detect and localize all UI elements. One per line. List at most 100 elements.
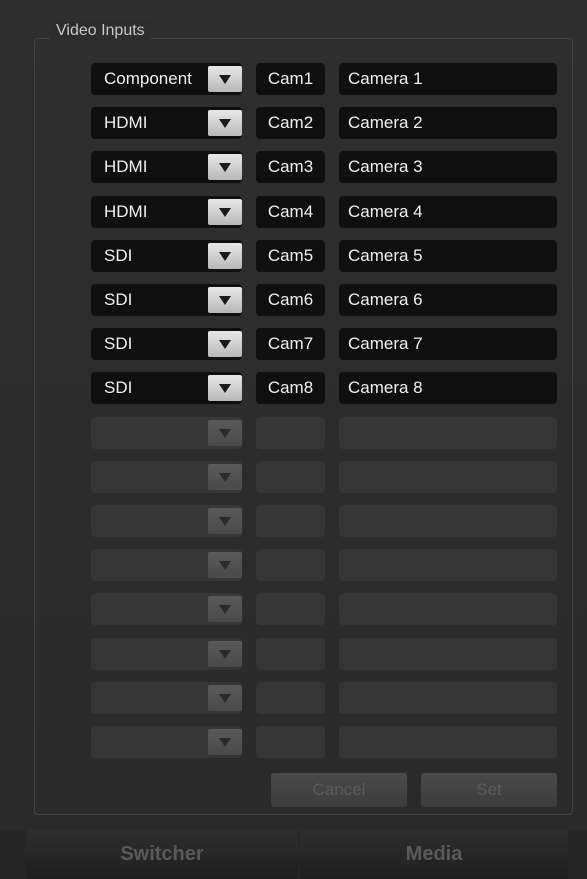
input-row: HDMI Cam3 Camera 3 <box>91 151 557 183</box>
long-name-field[interactable]: Camera 6 <box>339 284 557 316</box>
short-name-field[interactable]: Cam6 <box>256 284 325 316</box>
long-name-field[interactable] <box>339 505 557 537</box>
triangle-down-icon <box>219 118 231 128</box>
short-name-field[interactable]: Cam8 <box>256 372 325 404</box>
triangle-down-icon <box>219 693 231 703</box>
long-name-field[interactable]: Camera 1 <box>339 63 557 95</box>
input-type-select[interactable] <box>91 638 242 670</box>
set-button[interactable]: Set <box>421 773 557 807</box>
input-type-select[interactable]: SDI <box>91 240 242 272</box>
short-name-field[interactable] <box>256 638 325 670</box>
triangle-down-icon <box>219 339 231 349</box>
dropdown-arrow-icon[interactable] <box>208 464 242 490</box>
long-name-field[interactable]: Camera 5 <box>339 240 557 272</box>
long-name-field[interactable]: Camera 8 <box>339 372 557 404</box>
long-name-field[interactable] <box>339 417 557 449</box>
triangle-down-icon <box>219 649 231 659</box>
dropdown-arrow-icon[interactable] <box>208 154 242 180</box>
long-name-field[interactable]: Camera 3 <box>339 151 557 183</box>
input-type-value: HDMI <box>104 202 148 221</box>
dropdown-arrow-icon[interactable] <box>208 331 242 357</box>
triangle-down-icon <box>219 604 231 614</box>
tab-bar: Switcher Media <box>0 830 587 879</box>
tab-switcher[interactable]: Switcher <box>26 830 298 879</box>
long-name-field[interactable] <box>339 682 557 714</box>
input-type-value: SDI <box>104 246 133 265</box>
short-name-field[interactable] <box>256 505 325 537</box>
long-name-field[interactable]: Camera 2 <box>339 107 557 139</box>
dropdown-arrow-icon[interactable] <box>208 596 242 622</box>
dropdown-arrow-icon[interactable] <box>208 729 242 755</box>
short-name-field[interactable] <box>256 726 325 758</box>
short-name-field[interactable]: Cam4 <box>256 196 325 228</box>
input-type-select[interactable]: HDMI <box>91 196 242 228</box>
input-row: SDI Cam6 Camera 6 <box>91 284 557 316</box>
short-name-field[interactable] <box>256 417 325 449</box>
short-name-field[interactable]: Cam7 <box>256 328 325 360</box>
input-type-select[interactable]: SDI <box>91 284 242 316</box>
triangle-down-icon <box>219 516 231 526</box>
long-name-field[interactable] <box>339 638 557 670</box>
input-row <box>91 505 557 537</box>
short-name-field[interactable]: Cam3 <box>256 151 325 183</box>
long-name-field[interactable] <box>339 461 557 493</box>
long-name-field[interactable] <box>339 593 557 625</box>
cancel-button[interactable]: Cancel <box>271 773 407 807</box>
triangle-down-icon <box>219 207 231 217</box>
input-row <box>91 682 557 714</box>
input-type-select[interactable]: SDI <box>91 328 242 360</box>
dropdown-arrow-icon[interactable] <box>208 641 242 667</box>
input-type-select[interactable] <box>91 505 242 537</box>
dropdown-arrow-icon[interactable] <box>208 508 242 534</box>
input-row: SDI Cam5 Camera 5 <box>91 240 557 272</box>
dropdown-arrow-icon[interactable] <box>208 420 242 446</box>
dropdown-arrow-icon[interactable] <box>208 199 242 225</box>
input-type-value: SDI <box>104 334 133 353</box>
input-type-value: HDMI <box>104 113 148 132</box>
input-type-select[interactable] <box>91 726 242 758</box>
input-type-select[interactable] <box>91 682 242 714</box>
input-type-select[interactable] <box>91 461 242 493</box>
dropdown-arrow-icon[interactable] <box>208 287 242 313</box>
short-name-field[interactable] <box>256 549 325 581</box>
dropdown-arrow-icon[interactable] <box>208 552 242 578</box>
input-row <box>91 593 557 625</box>
input-row: HDMI Cam2 Camera 2 <box>91 107 557 139</box>
triangle-down-icon <box>219 472 231 482</box>
input-row <box>91 461 557 493</box>
long-name-field[interactable]: Camera 4 <box>339 196 557 228</box>
long-name-field[interactable] <box>339 726 557 758</box>
input-type-select[interactable] <box>91 549 242 581</box>
input-type-select[interactable] <box>91 593 242 625</box>
tab-media[interactable]: Media <box>300 830 568 879</box>
input-row <box>91 549 557 581</box>
input-type-value: HDMI <box>104 157 148 176</box>
input-type-select[interactable]: HDMI <box>91 151 242 183</box>
short-name-field[interactable] <box>256 593 325 625</box>
input-type-select[interactable] <box>91 417 242 449</box>
input-type-select[interactable]: SDI <box>91 372 242 404</box>
long-name-field[interactable]: Camera 7 <box>339 328 557 360</box>
triangle-down-icon <box>219 560 231 570</box>
dropdown-arrow-icon[interactable] <box>208 66 242 92</box>
short-name-field[interactable] <box>256 682 325 714</box>
input-type-value: SDI <box>104 378 133 397</box>
dropdown-arrow-icon[interactable] <box>208 110 242 136</box>
long-name-field[interactable] <box>339 549 557 581</box>
input-type-select[interactable]: HDMI <box>91 107 242 139</box>
triangle-down-icon <box>219 295 231 305</box>
triangle-down-icon <box>219 251 231 261</box>
short-name-field[interactable]: Cam1 <box>256 63 325 95</box>
input-row <box>91 726 557 758</box>
short-name-field[interactable]: Cam5 <box>256 240 325 272</box>
input-type-value: Component <box>104 69 192 88</box>
dropdown-arrow-icon[interactable] <box>208 685 242 711</box>
dropdown-arrow-icon[interactable] <box>208 243 242 269</box>
input-type-select[interactable]: Component <box>91 63 242 95</box>
dropdown-arrow-icon[interactable] <box>208 375 242 401</box>
triangle-down-icon <box>219 383 231 393</box>
input-row <box>91 638 557 670</box>
short-name-field[interactable] <box>256 461 325 493</box>
triangle-down-icon <box>219 428 231 438</box>
short-name-field[interactable]: Cam2 <box>256 107 325 139</box>
